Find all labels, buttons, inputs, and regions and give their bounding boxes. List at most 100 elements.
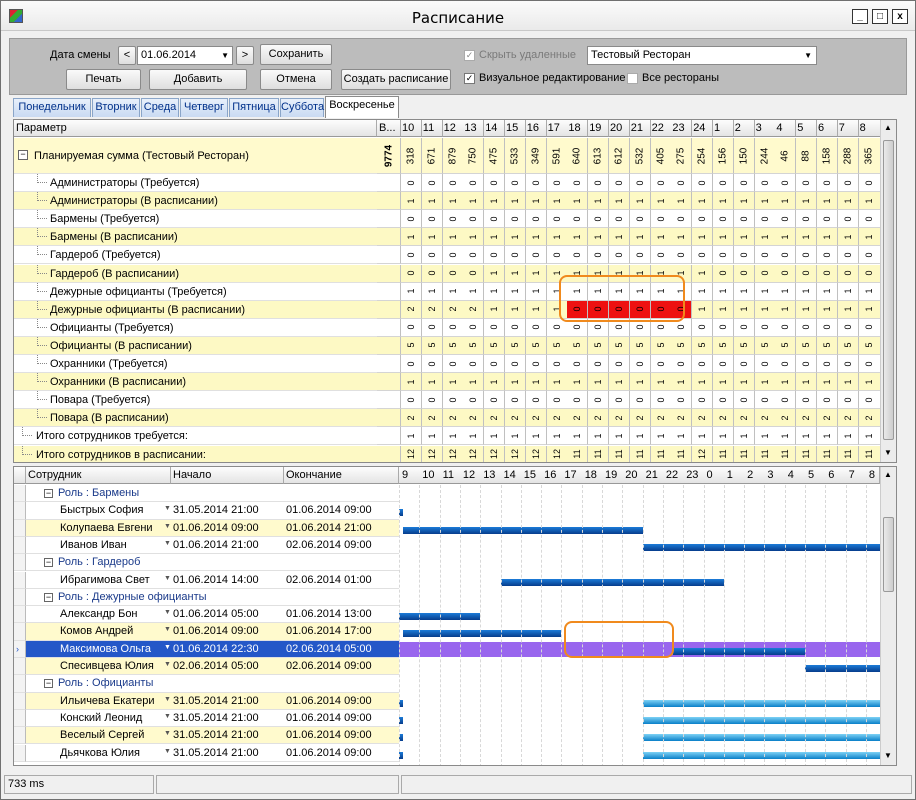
value-cell[interactable]: 1: [733, 228, 755, 247]
value-cell[interactable]: 0: [692, 210, 714, 229]
row-indicator[interactable]: [14, 519, 26, 537]
start-time[interactable]: 01.06.2014 05:00: [171, 606, 284, 624]
employee-name[interactable]: Дьячкова Юлия: [26, 744, 171, 762]
value-cell[interactable]: 2: [858, 409, 880, 428]
value-cell[interactable]: 1: [671, 282, 693, 301]
value-cell[interactable]: 0: [629, 210, 651, 229]
all-restaurants-checkbox[interactable]: [627, 73, 638, 84]
value-cell[interactable]: 1: [692, 228, 714, 247]
scroll-up-icon[interactable]: ▲: [884, 123, 892, 132]
value-cell[interactable]: 0: [442, 391, 464, 410]
value-cell[interactable]: 1: [817, 228, 838, 247]
header-hour[interactable]: 19: [588, 120, 610, 137]
value-cell[interactable]: 1: [692, 373, 714, 392]
value-cell[interactable]: 0: [401, 391, 422, 410]
start-time[interactable]: 31.05.2014 21:00: [171, 502, 284, 520]
value-cell[interactable]: 1: [629, 192, 651, 211]
value-cell[interactable]: 0: [401, 246, 422, 265]
header-total[interactable]: В...: [377, 120, 401, 137]
value-cell[interactable]: 0: [421, 210, 443, 229]
header-hour[interactable]: 14: [484, 120, 506, 137]
tab-day-4[interactable]: Четверг: [180, 98, 228, 117]
value-cell[interactable]: 5: [588, 336, 610, 355]
value-cell[interactable]: 1: [442, 192, 464, 211]
value-cell[interactable]: 0: [733, 318, 755, 337]
header-hour[interactable]: 2: [733, 120, 755, 137]
value-cell[interactable]: 0: [713, 355, 734, 374]
value-cell[interactable]: 0: [609, 391, 630, 410]
value-cell[interactable]: 0: [546, 391, 568, 410]
value-cell[interactable]: 1: [858, 228, 880, 247]
value-cell[interactable]: 2: [484, 409, 506, 428]
value-cell[interactable]: 1: [837, 300, 859, 319]
value-cell[interactable]: 11: [775, 445, 797, 462]
maximize-button[interactable]: □: [872, 9, 888, 24]
value-cell[interactable]: 1: [817, 282, 838, 301]
value-cell[interactable]: 0: [546, 174, 568, 193]
value-cell[interactable]: 0: [733, 264, 755, 283]
value-cell[interactable]: 1: [671, 228, 693, 247]
value-cell[interactable]: 0: [817, 318, 838, 337]
value-cell[interactable]: 1: [650, 192, 672, 211]
tab-day-1[interactable]: Понедельник: [13, 98, 91, 117]
value-cell[interactable]: 11: [817, 445, 838, 462]
param-row[interactable]: Дежурные официанты (Требуется): [14, 282, 377, 301]
value-cell[interactable]: 0: [858, 264, 880, 283]
value-cell[interactable]: 1: [401, 192, 422, 211]
value-cell[interactable]: 5: [421, 336, 443, 355]
value-cell[interactable]: 11: [629, 445, 651, 462]
value-cell[interactable]: 11: [567, 445, 589, 462]
value-cell[interactable]: 1: [754, 192, 776, 211]
value-cell[interactable]: 1: [692, 282, 714, 301]
employee-name[interactable]: Конский Леонид: [26, 709, 171, 728]
value-cell[interactable]: 1: [484, 264, 506, 283]
shift-bar[interactable]: [403, 630, 562, 638]
value-cell[interactable]: 0: [796, 174, 818, 193]
row-indicator[interactable]: [14, 502, 26, 520]
value-cell[interactable]: 1: [837, 373, 859, 392]
chevron-down-icon[interactable]: ▼: [164, 696, 171, 703]
value-cell[interactable]: 0: [525, 355, 547, 374]
shift-bar[interactable]: [642, 716, 880, 724]
value-cell[interactable]: 1: [713, 373, 734, 392]
chevron-down-icon[interactable]: ▼: [164, 575, 171, 582]
start-time[interactable]: 01.06.2014 21:00: [171, 536, 284, 555]
value-cell[interactable]: 0: [629, 300, 651, 319]
value-cell[interactable]: 0: [692, 174, 714, 193]
value-cell[interactable]: 0: [650, 391, 672, 410]
header-hour[interactable]: 5: [796, 120, 818, 137]
value-cell[interactable]: 1: [484, 228, 506, 247]
value-cell[interactable]: 0: [442, 264, 464, 283]
value-cell[interactable]: 1: [733, 300, 755, 319]
value-cell[interactable]: 5: [505, 336, 526, 355]
value-cell[interactable]: 1: [775, 373, 797, 392]
end-time[interactable]: 01.06.2014 09:00: [284, 502, 399, 520]
header-hour[interactable]: 20: [609, 120, 630, 137]
chevron-down-icon[interactable]: ▼: [164, 626, 171, 633]
value-cell[interactable]: 1: [713, 192, 734, 211]
value-cell[interactable]: 1: [442, 427, 464, 446]
date-field[interactable]: 01.06.2014 ▼: [137, 46, 233, 65]
value-cell[interactable]: 1: [463, 427, 485, 446]
employee-name[interactable]: Ильичева Екатери: [26, 692, 171, 710]
header-hour[interactable]: 13: [463, 120, 485, 137]
value-cell[interactable]: 1: [588, 192, 610, 211]
value-cell[interactable]: 1: [671, 373, 693, 392]
chevron-down-icon[interactable]: ▼: [164, 713, 171, 720]
start-time[interactable]: 31.05.2014 21:00: [171, 709, 284, 728]
employee-name[interactable]: Быстрых София: [26, 502, 171, 520]
value-cell[interactable]: 2: [671, 409, 693, 428]
value-cell[interactable]: 0: [463, 246, 485, 265]
row-indicator[interactable]: [14, 588, 26, 607]
value-cell[interactable]: 0: [421, 318, 443, 337]
value-cell[interactable]: 0: [858, 318, 880, 337]
header-parameter[interactable]: Параметр: [14, 120, 377, 137]
param-row[interactable]: Официанты (В расписании): [14, 336, 377, 355]
save-button[interactable]: Сохранить: [260, 44, 332, 65]
value-cell[interactable]: 5: [546, 336, 568, 355]
value-cell[interactable]: 2: [442, 409, 464, 428]
value-cell[interactable]: 0: [588, 300, 610, 319]
value-cell[interactable]: 0: [713, 246, 734, 265]
value-cell[interactable]: 5: [733, 336, 755, 355]
row-indicator[interactable]: [14, 623, 26, 641]
